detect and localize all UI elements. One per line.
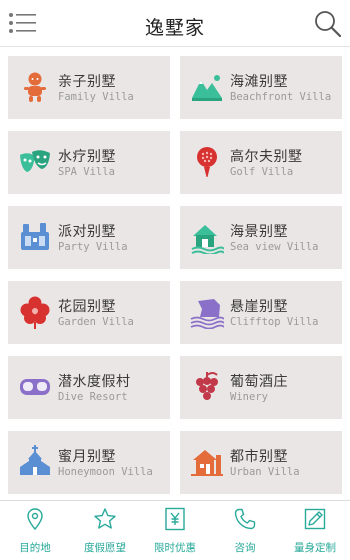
party-drinks-icon (21, 223, 49, 250)
phone-icon (234, 508, 256, 530)
tab-wishlist[interactable]: 度假愿望 (70, 501, 140, 560)
villa-card-clifftop[interactable]: 悬崖别墅 Clifftop Villa (180, 281, 342, 344)
city-house-icon (191, 450, 223, 476)
villa-name: 蜜月别墅 (58, 449, 116, 465)
tab-custom-made[interactable]: 量身定制 (280, 501, 350, 560)
villa-name: 花园别墅 (58, 299, 116, 315)
villa-card-dive-resort[interactable]: 潜水度假村 Dive Resort (8, 356, 170, 419)
villa-name-en: Honeymoon Villa (58, 466, 153, 478)
villa-name-en: Clifftop Villa (230, 316, 319, 328)
golf-ball-icon (197, 147, 217, 177)
beach-mountain-icon (192, 75, 222, 101)
location-pin-icon (27, 508, 43, 531)
villa-name: 水疗别墅 (58, 149, 116, 165)
villa-card-family[interactable]: 亲子别墅 Family Villa (8, 56, 170, 119)
villa-name: 亲子别墅 (58, 74, 116, 90)
spa-masks-icon (20, 150, 50, 172)
villa-card-spa[interactable]: 水疗别墅 SPA Villa (8, 131, 170, 194)
tab-consult[interactable]: 咨询 (210, 501, 280, 560)
villa-category-grid: 亲子别墅 Family Villa 海滩别墅 Beachfront Villa … (0, 46, 350, 500)
villa-name: 葡萄酒庄 (230, 374, 288, 390)
villa-card-golf[interactable]: 高尔夫别墅 Golf Villa (180, 131, 342, 194)
villa-card-urban[interactable]: 都市别墅 Urban Villa (180, 431, 342, 494)
villa-name-en: Party Villa (58, 241, 128, 253)
villa-name: 潜水度假村 (58, 374, 131, 390)
villa-name: 海景别墅 (230, 224, 288, 240)
villa-name: 派对别墅 (58, 224, 116, 240)
villa-name-en: Winery (230, 391, 268, 403)
tab-destination[interactable]: 目的地 (0, 501, 70, 560)
tab-label: 度假愿望 (84, 542, 126, 554)
villa-name: 悬崖别墅 (230, 299, 288, 315)
villa-name: 高尔夫别墅 (230, 149, 303, 165)
tab-limited-offers[interactable]: 限时优惠 (140, 501, 210, 560)
grapes-icon (196, 372, 218, 400)
villa-card-honeymoon[interactable]: 蜜月别墅 Honeymoon Villa (8, 431, 170, 494)
search-icon[interactable] (314, 10, 342, 38)
yuan-coupon-icon (165, 507, 185, 531)
cliff-icon (190, 299, 224, 329)
star-icon (94, 508, 116, 529)
villa-name-en: Family Villa (58, 91, 134, 103)
villa-name: 都市别墅 (230, 449, 288, 465)
dive-mask-icon (20, 379, 50, 395)
villa-name-en: Urban Villa (230, 466, 300, 478)
page-title: 逸墅家 (144, 17, 205, 39)
family-baby-icon (24, 72, 46, 102)
villa-name: 海滩别墅 (230, 74, 288, 90)
villa-name-en: SPA Villa (58, 166, 115, 178)
villa-name-en: Sea view Villa (230, 241, 319, 253)
villa-name-en: Golf Villa (230, 166, 294, 178)
tailor-pen-icon (304, 508, 326, 530)
chapel-icon (20, 445, 50, 475)
villa-name-en: Beachfront Villa (230, 91, 332, 103)
villa-card-beachfront[interactable]: 海滩别墅 Beachfront Villa (180, 56, 342, 119)
flower-icon (20, 296, 50, 329)
villa-card-sea-view[interactable]: 海景别墅 Sea view Villa (180, 206, 342, 269)
villa-card-party[interactable]: 派对别墅 Party Villa (8, 206, 170, 269)
bottom-tab-bar: 目的地 度假愿望 限时优惠 咨询 量身定制 (0, 501, 350, 560)
villa-card-winery[interactable]: 葡萄酒庄 Winery (180, 356, 342, 419)
villa-card-garden[interactable]: 花园别墅 Garden Villa (8, 281, 170, 344)
villa-name-en: Dive Resort (58, 391, 128, 403)
app-header: 逸墅家 (0, 0, 350, 47)
tab-label: 目的地 (19, 542, 51, 554)
sea-view-house-icon (191, 225, 224, 254)
tab-label: 咨询 (234, 542, 256, 554)
tab-label: 量身定制 (294, 542, 336, 554)
tab-label: 限时优惠 (154, 542, 196, 554)
villa-name-en: Garden Villa (58, 316, 134, 328)
